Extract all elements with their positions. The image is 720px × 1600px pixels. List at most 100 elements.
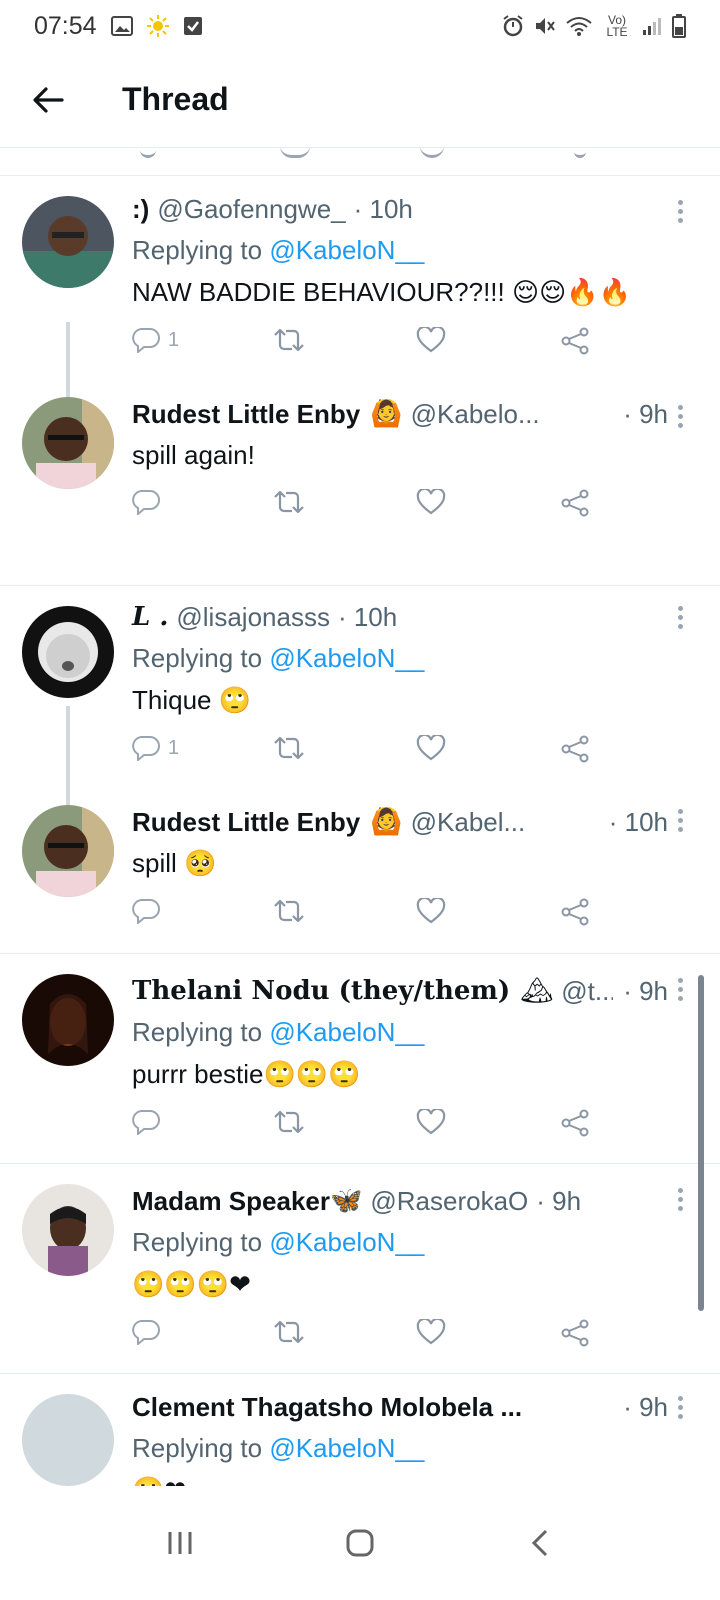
mention-link[interactable]: @KabeloN__: [269, 1227, 424, 1257]
tweet-time: · 10h: [337, 602, 398, 632]
more-options-icon[interactable]: [674, 1396, 686, 1419]
mention-link[interactable]: @KabeloN__: [269, 643, 424, 673]
thread-feed[interactable]: :) @Gaofenngwe_ · 10h Replying to @Kabel…: [0, 148, 720, 1486]
tweet[interactable]: Thelani Nodu (they/them) 🏔 @t... · 9h Re…: [0, 954, 720, 1095]
avatar[interactable]: [22, 974, 114, 1066]
system-back-button[interactable]: [500, 1513, 580, 1573]
like-button[interactable]: [416, 735, 446, 761]
avatar[interactable]: [22, 1184, 114, 1276]
share-icon: [561, 735, 589, 763]
avatar[interactable]: [22, 606, 114, 698]
more-options-icon[interactable]: [674, 809, 686, 832]
scrollbar[interactable]: [698, 975, 704, 1311]
badge-emoji: 🙆: [370, 399, 403, 429]
share-button[interactable]: [560, 1319, 590, 1347]
share-button[interactable]: [560, 327, 590, 355]
wifi-icon: [566, 16, 592, 36]
display-name[interactable]: Rudest Little Enby: [132, 805, 360, 839]
display-name[interactable]: Clement Thagatsho Molobela ...: [132, 1390, 522, 1424]
replying-to: Replying to @KabeloN__: [132, 1014, 668, 1050]
tweet[interactable]: Rudest Little Enby 🙆 @Kabel... · 10h spi…: [0, 775, 720, 897]
replying-to: Replying to @KabeloN__: [132, 1430, 668, 1466]
mention-link[interactable]: @KabeloN__: [269, 1433, 424, 1463]
share-icon: [561, 1109, 589, 1137]
share-icon: [561, 327, 589, 355]
reply-button[interactable]: [132, 1319, 160, 1345]
page-title: Thread: [122, 81, 229, 117]
tweet[interactable]: Madam Speaker 🦋 @RaserokaO · 9h Replying…: [0, 1164, 720, 1305]
emoji-sequence: 🥺: [184, 849, 217, 879]
like-button[interactable]: [416, 327, 446, 353]
share-button[interactable]: [560, 898, 590, 926]
clock: 07:54: [34, 11, 97, 40]
retweet-button[interactable]: [272, 1109, 306, 1135]
display-name[interactable]: Thelani Nodu (they/them): [132, 974, 510, 1008]
back-button[interactable]: [20, 72, 76, 128]
home-button[interactable]: [320, 1513, 400, 1573]
speech-bubble-icon: [132, 1320, 160, 1345]
mention-link[interactable]: @KabeloN__: [269, 1017, 424, 1047]
more-options-icon[interactable]: [674, 200, 686, 223]
tweet[interactable]: L . @lisajonasss · 10h Replying to @Kabe…: [0, 586, 720, 721]
tweet-time: · 9h: [623, 976, 668, 1006]
recent-apps-icon: [168, 1532, 192, 1554]
retweet-button[interactable]: [272, 489, 306, 515]
tweet[interactable]: :) @Gaofenngwe_ · 10h Replying to @Kabel…: [0, 176, 720, 313]
reply-button[interactable]: [132, 489, 160, 515]
more-options-icon[interactable]: [674, 978, 686, 1001]
handle[interactable]: @lisajonasss: [176, 600, 330, 634]
handle[interactable]: @t...: [561, 974, 613, 1008]
emoji-sequence: 🙄❤: [132, 1476, 186, 1486]
tweet-body: NAW BADDIE BEHAVIOUR??!!!: [132, 277, 505, 307]
reply-button[interactable]: 1: [132, 327, 179, 353]
display-name[interactable]: L .: [132, 600, 168, 634]
retweet-icon: [274, 899, 304, 923]
replying-prefix: Replying to: [132, 1433, 263, 1463]
retweet-button[interactable]: [272, 327, 306, 353]
like-button[interactable]: [416, 1319, 446, 1345]
reply-button[interactable]: [132, 898, 160, 924]
more-options-icon[interactable]: [674, 405, 686, 428]
retweet-icon: [274, 1320, 304, 1344]
like-button[interactable]: [416, 489, 446, 515]
avatar[interactable]: [22, 397, 114, 489]
share-button[interactable]: [560, 489, 590, 517]
reply-button[interactable]: [132, 1109, 160, 1135]
arrow-left-icon: [33, 86, 64, 113]
heart-icon: [416, 489, 446, 515]
retweet-button[interactable]: [272, 1319, 306, 1345]
display-name[interactable]: Rudest Little Enby: [132, 397, 360, 431]
more-options-icon[interactable]: [674, 1188, 686, 1211]
like-button[interactable]: [416, 1109, 446, 1135]
share-button[interactable]: [560, 1109, 590, 1137]
handle[interactable]: @RaserokaO: [370, 1184, 528, 1218]
tweet-text: spill 🥺: [132, 843, 668, 884]
avatar[interactable]: [22, 1394, 114, 1486]
mention-link[interactable]: @KabeloN__: [269, 235, 424, 265]
tweet[interactable]: Rudest Little Enby 🙆 @Kabelo... · 9h spi…: [0, 367, 720, 489]
signal-icon: [642, 16, 662, 36]
sun-icon: [146, 15, 169, 37]
retweet-icon: [274, 490, 304, 514]
system-nav-bar: [0, 1486, 720, 1600]
replying-prefix: Replying to: [132, 643, 263, 673]
like-button[interactable]: [416, 898, 446, 924]
display-name[interactable]: Madam Speaker: [132, 1184, 330, 1218]
retweet-icon: [274, 736, 304, 760]
reply-button[interactable]: 1: [132, 735, 179, 761]
share-button[interactable]: [560, 735, 590, 763]
retweet-button[interactable]: [272, 735, 306, 761]
checkbox-icon: [183, 16, 203, 36]
share-icon: [561, 898, 589, 926]
tweet[interactable]: Clement Thagatsho Molobela ... · 9h Repl…: [0, 1374, 720, 1486]
avatar[interactable]: [22, 196, 114, 288]
display-name[interactable]: :): [132, 192, 149, 226]
recent-apps-button[interactable]: [140, 1513, 220, 1573]
more-options-icon[interactable]: [674, 606, 686, 629]
handle[interactable]: @Kabel...: [411, 805, 526, 839]
handle[interactable]: @Kabelo...: [411, 397, 540, 431]
retweet-button[interactable]: [272, 898, 306, 924]
avatar[interactable]: [22, 805, 114, 897]
speech-bubble-icon: [132, 899, 160, 924]
handle[interactable]: @Gaofenngwe_: [157, 192, 345, 226]
